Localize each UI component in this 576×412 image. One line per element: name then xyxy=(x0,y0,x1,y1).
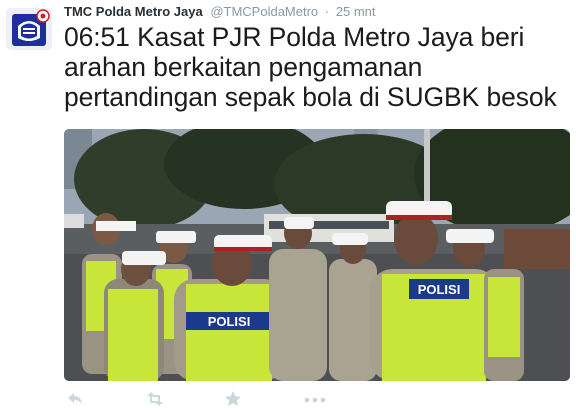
author-name[interactable]: TMC Polda Metro Jaya xyxy=(64,4,203,19)
timestamp[interactable]: 25 mnt xyxy=(336,4,376,19)
reply-icon xyxy=(68,393,82,404)
police-logo-icon xyxy=(6,8,52,50)
reply-button[interactable] xyxy=(64,388,86,410)
favorite-button[interactable] xyxy=(222,388,244,410)
retweet-button[interactable] xyxy=(144,388,166,410)
meta-separator: · xyxy=(324,4,330,19)
retweet-icon xyxy=(147,392,163,406)
tweet-text-line-1: 06:51 Kasat PJR Polda Metro Jaya beri xyxy=(64,22,525,52)
tweet-header: TMC Polda Metro Jaya @TMCPoldaMetro · 25… xyxy=(64,4,376,20)
tweet-actions xyxy=(64,388,364,410)
tweet-text-line-2: arahan berkaitan pengamanan xyxy=(64,52,423,82)
avatar[interactable] xyxy=(6,8,52,50)
star-icon xyxy=(225,391,241,406)
author-handle[interactable]: @TMCPoldaMetro xyxy=(210,4,318,19)
more-icon xyxy=(304,397,326,403)
vest-label-right: POLISI xyxy=(418,282,461,297)
vest-label-left: POLISI xyxy=(208,314,251,329)
tweet-card: TMC Polda Metro Jaya @TMCPoldaMetro · 25… xyxy=(0,0,576,412)
more-button[interactable] xyxy=(302,388,328,410)
tweet-photo[interactable]: POLISI POLISI xyxy=(64,129,570,381)
tweet-text-line-3: pertandingan sepak bola di SUGBK besok xyxy=(64,82,557,112)
tweet-text: 06:51 Kasat PJR Polda Metro Jaya beri ar… xyxy=(64,22,570,112)
